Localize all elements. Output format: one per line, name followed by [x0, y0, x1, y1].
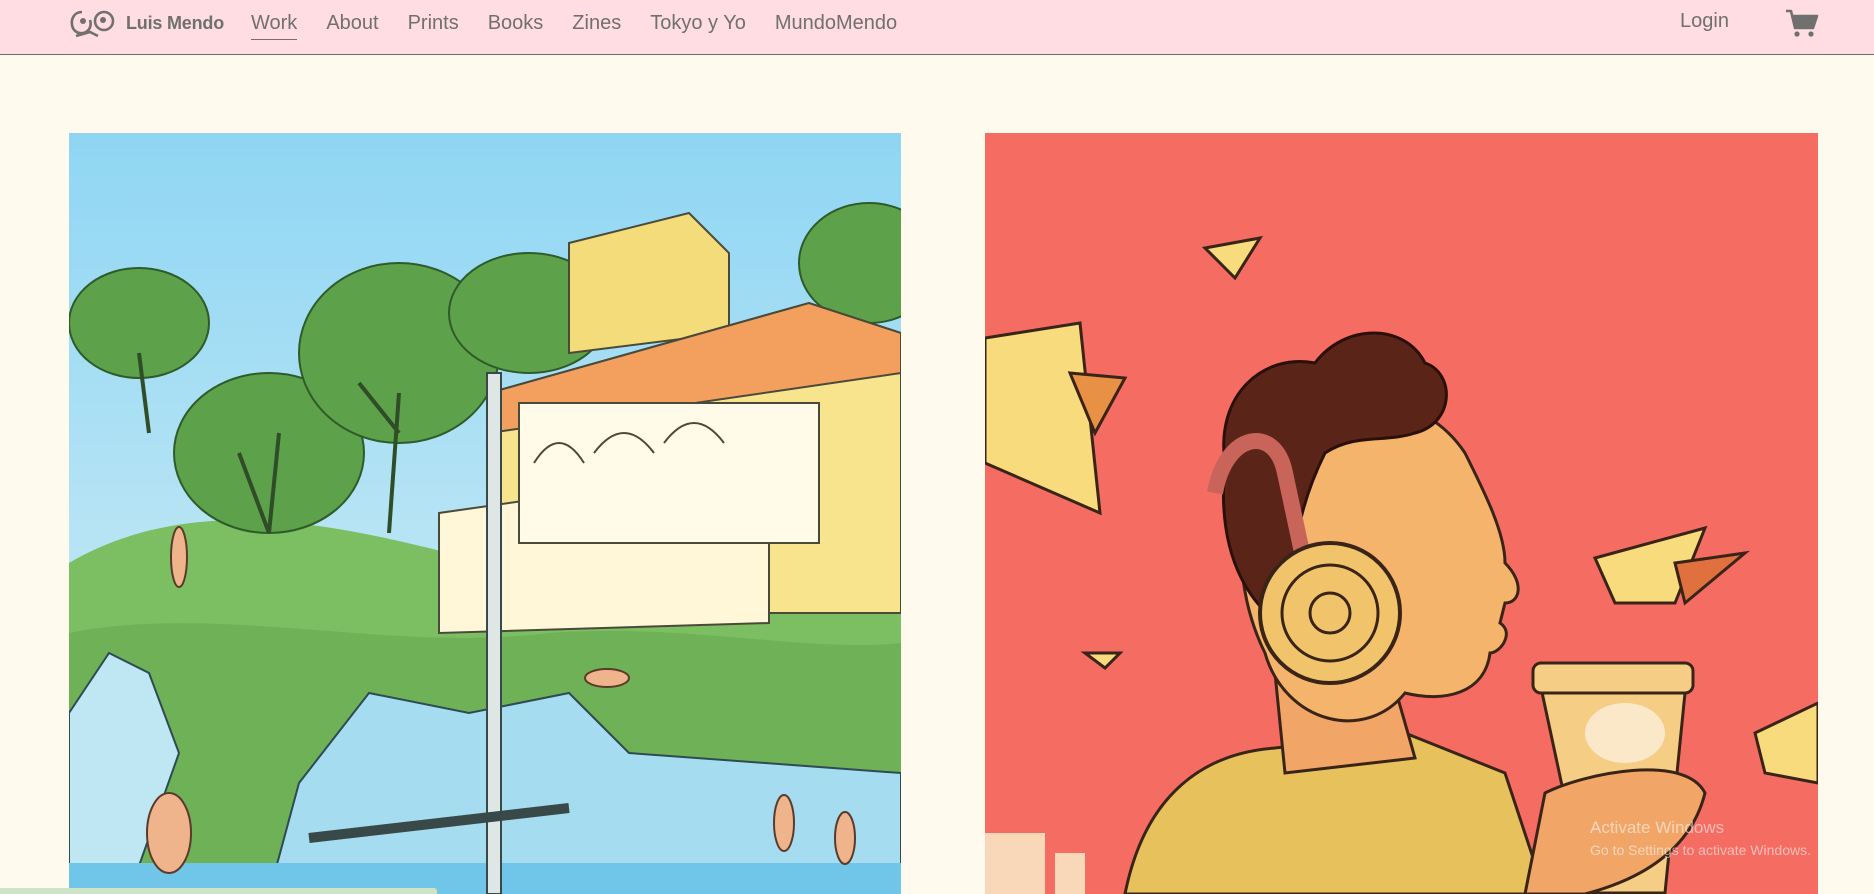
- gallery-item-villa[interactable]: [69, 133, 901, 894]
- activate-windows-overlay: Activate Windows Go to Settings to activ…: [1590, 817, 1811, 861]
- cart-icon[interactable]: [1785, 8, 1819, 38]
- nav-item-zines[interactable]: Zines: [572, 12, 621, 35]
- brand-logo[interactable]: Luis Mendo: [68, 6, 224, 40]
- nav-item-work[interactable]: Work: [251, 12, 298, 40]
- headphones-illustration: [985, 133, 1818, 894]
- logo-face-icon: [70, 10, 115, 38]
- page-load-progress: [0, 888, 437, 894]
- watermark-title: Activate Windows: [1590, 818, 1725, 837]
- brand-name: Luis Mendo: [126, 12, 224, 33]
- top-navigation-bar: Luis Mendo Work About Prints Books Zines…: [0, 0, 1874, 55]
- login-link[interactable]: Login: [1680, 10, 1729, 33]
- main-nav: Work About Prints Books Zines Tokyo y Yo…: [251, 0, 926, 46]
- nav-item-tokyo-y-yo[interactable]: Tokyo y Yo: [650, 12, 746, 35]
- watermark-subtitle: Go to Settings to activate Windows.: [1590, 842, 1811, 858]
- nav-item-prints[interactable]: Prints: [408, 12, 459, 35]
- gallery-item-headphones[interactable]: [985, 133, 1818, 894]
- nav-item-books[interactable]: Books: [488, 12, 544, 35]
- nav-item-about[interactable]: About: [326, 12, 378, 35]
- villa-illustration: [69, 133, 901, 894]
- nav-item-mundomendo[interactable]: MundoMendo: [775, 12, 897, 35]
